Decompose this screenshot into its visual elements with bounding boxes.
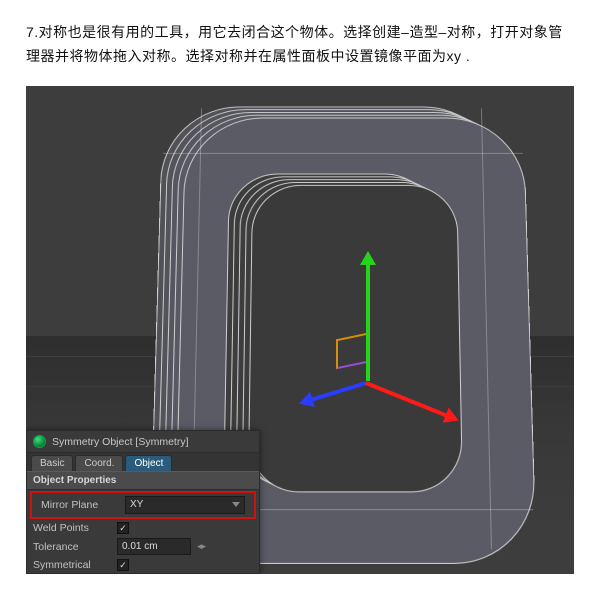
section-object-properties: Object Properties bbox=[27, 471, 259, 490]
attributes-panel: Symmetry Object [Symmetry] Basic Coord. … bbox=[26, 430, 260, 574]
gizmo-y-axis[interactable] bbox=[366, 261, 370, 381]
row-tolerance: Tolerance 0.01 cm ◂▸ bbox=[27, 536, 259, 557]
symmetrical-checkbox[interactable]: ✓ bbox=[117, 559, 129, 571]
c4d-viewport-screenshot: Symmetry Object [Symmetry] Basic Coord. … bbox=[26, 86, 574, 574]
mirror-plane-highlight: Mirror Plane XY bbox=[30, 491, 256, 519]
mirror-plane-label: Mirror Plane bbox=[41, 499, 119, 511]
row-symmetrical: Symmetrical ✓ bbox=[27, 557, 259, 573]
axis-gizmo[interactable] bbox=[326, 281, 466, 421]
tutorial-step-text: 7.对称也是很有用的工具，用它去闭合这个物体。选择创建–造型–对称，打开对象管理… bbox=[26, 20, 574, 68]
tolerance-field[interactable]: 0.01 cm bbox=[117, 538, 191, 555]
tab-object[interactable]: Object bbox=[125, 455, 172, 471]
panel-title-text: Symmetry Object [Symmetry] bbox=[52, 436, 189, 448]
weld-points-label: Weld Points bbox=[33, 522, 111, 534]
tolerance-label: Tolerance bbox=[33, 541, 111, 553]
tab-coord[interactable]: Coord. bbox=[75, 455, 123, 471]
symmetrical-label: Symmetrical bbox=[33, 559, 111, 571]
weld-points-checkbox[interactable]: ✓ bbox=[117, 522, 129, 534]
panel-title-bar: Symmetry Object [Symmetry] bbox=[27, 431, 259, 453]
row-weld-points: Weld Points ✓ bbox=[27, 520, 259, 536]
symmetry-icon bbox=[33, 435, 46, 448]
mirror-plane-dropdown[interactable]: XY bbox=[125, 496, 245, 514]
panel-tabs: Basic Coord. Object bbox=[27, 453, 259, 471]
tolerance-stepper-icon[interactable]: ◂▸ bbox=[197, 541, 206, 552]
tab-basic[interactable]: Basic bbox=[31, 455, 73, 471]
row-mirror-plane: Mirror Plane XY bbox=[35, 494, 251, 516]
gizmo-x-axis[interactable] bbox=[365, 381, 450, 418]
gizmo-plane-handle[interactable] bbox=[336, 333, 368, 370]
